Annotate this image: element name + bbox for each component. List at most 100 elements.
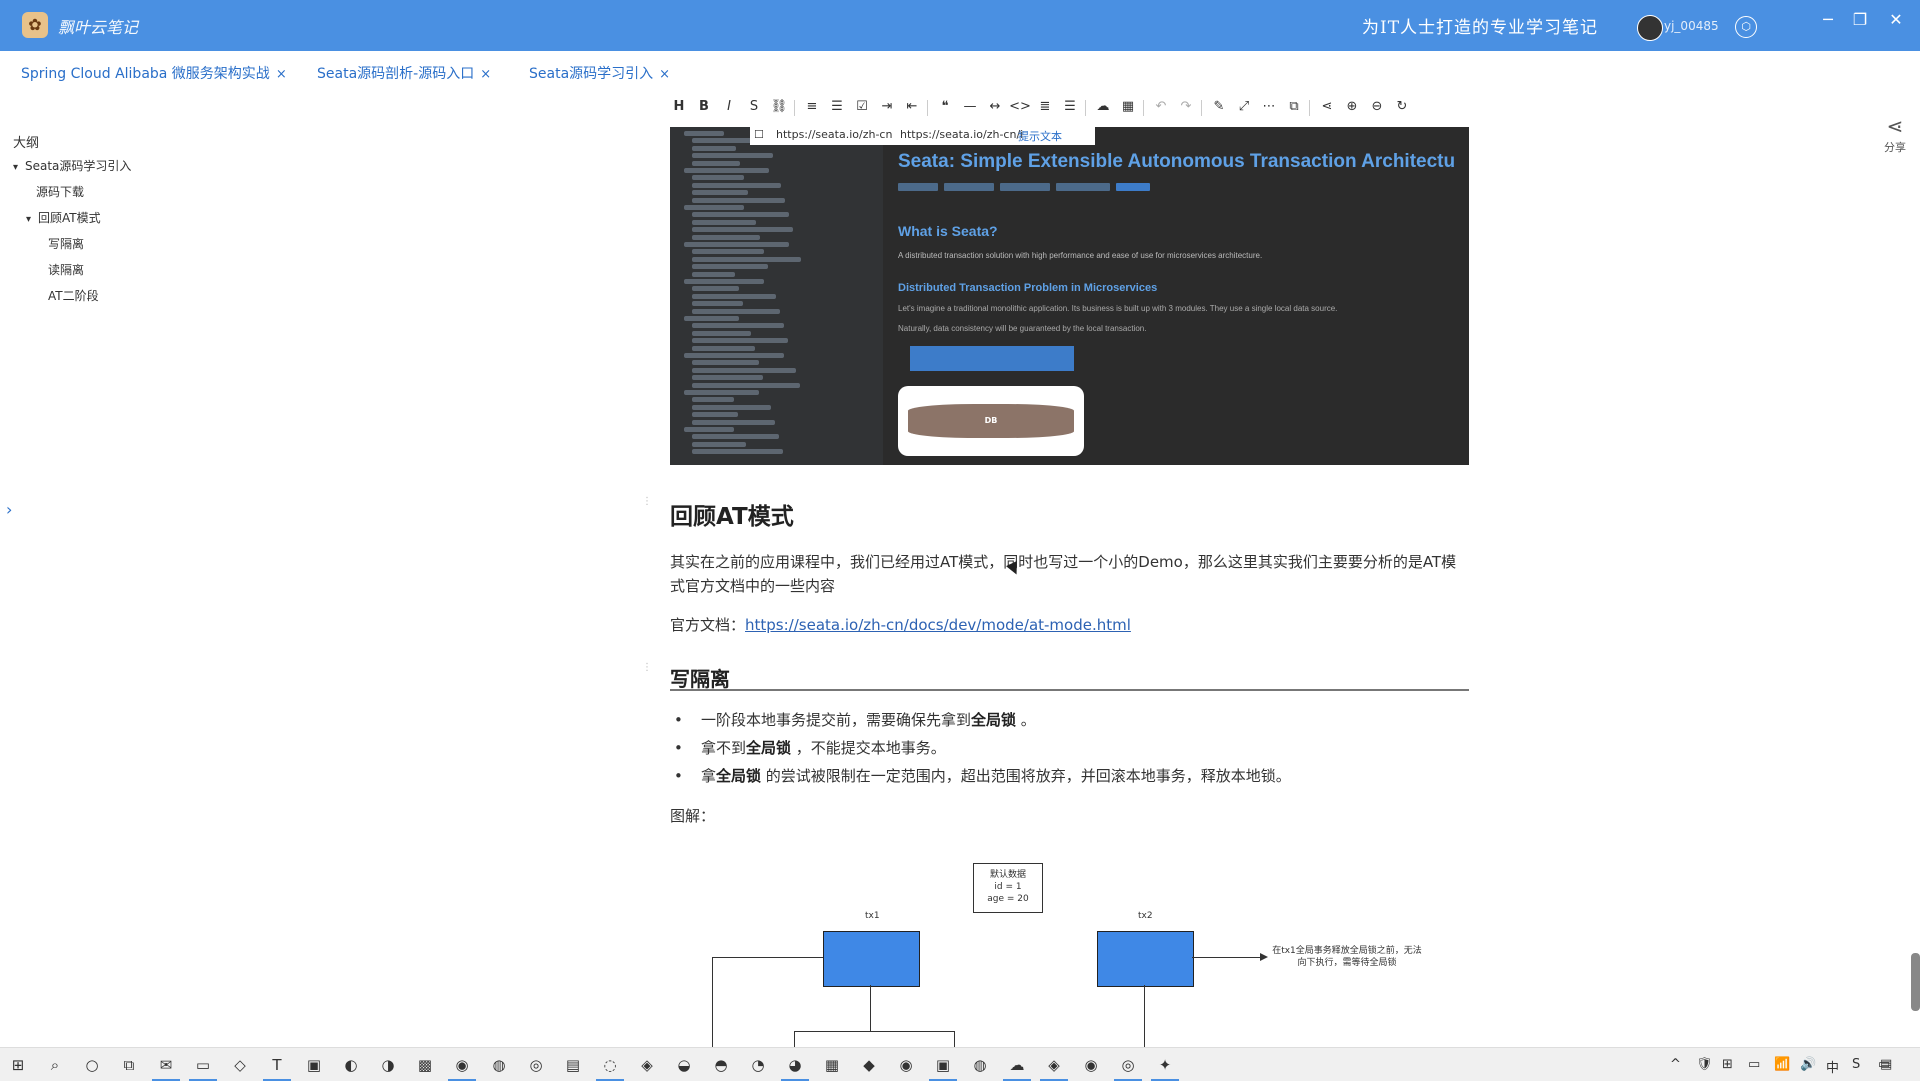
app19-icon[interactable]: ◉ xyxy=(1081,1055,1101,1075)
tray-icon[interactable]: 🛡 xyxy=(1696,1057,1713,1072)
outline-item[interactable]: 读隔离 xyxy=(48,261,84,278)
settings-icon[interactable]: ⬡ xyxy=(1735,16,1757,38)
app14-icon[interactable]: ◉ xyxy=(896,1055,916,1075)
app-icon[interactable]: ▣ xyxy=(304,1055,324,1075)
tab-close-icon[interactable]: × xyxy=(276,67,287,82)
chevron-down-icon[interactable]: ▾ xyxy=(26,214,38,225)
avatar[interactable] xyxy=(1637,15,1663,41)
align-right-icon[interactable]: ☰ xyxy=(1059,96,1081,118)
windows-start-icon[interactable]: ⊞ xyxy=(8,1055,28,1075)
tree-row xyxy=(684,390,759,395)
table-icon[interactable]: ▦ xyxy=(1117,96,1139,118)
code-block-icon[interactable]: <> xyxy=(1009,96,1031,118)
bullet-list-icon[interactable]: ≡ xyxy=(801,96,823,118)
app20-icon[interactable]: ◎ xyxy=(1114,1055,1142,1081)
tray-icon[interactable]: 中 xyxy=(1826,1057,1839,1076)
outline-item[interactable]: AT二阶段 xyxy=(48,287,99,304)
more-icon[interactable]: ⋯ xyxy=(1258,96,1280,118)
search-icon[interactable]: ⌕ xyxy=(45,1055,65,1075)
align-icon[interactable]: ≣ xyxy=(1034,96,1056,118)
horizontal-rule-icon[interactable]: — xyxy=(959,96,981,118)
refresh-icon[interactable]: ↻ xyxy=(1391,96,1413,118)
cortana-icon[interactable]: ○ xyxy=(82,1055,102,1075)
app6-icon[interactable]: ◌ xyxy=(596,1055,624,1081)
tab-close-icon[interactable]: × xyxy=(480,67,491,82)
tray-icon[interactable]: S xyxy=(1852,1057,1860,1072)
outline-item[interactable]: ▾ Seata源码学习引入 xyxy=(13,157,131,174)
drag-handle-icon[interactable]: ⋮ xyxy=(642,496,652,507)
italic-icon[interactable]: I xyxy=(718,96,740,118)
share-icon[interactable]: ⋖ xyxy=(1316,96,1338,118)
steam-icon[interactable]: ◎ xyxy=(526,1055,546,1075)
redo-icon[interactable]: ↷ xyxy=(1175,96,1197,118)
chat-icon[interactable]: ◇ xyxy=(230,1055,250,1075)
upload-icon[interactable]: ☁ xyxy=(1092,96,1114,118)
app2-icon[interactable]: ◑ xyxy=(378,1055,398,1075)
minimize-button[interactable]: ─ xyxy=(1816,10,1840,30)
username[interactable]: yj_00485 xyxy=(1664,19,1719,33)
maximize-button[interactable]: ❐ xyxy=(1848,10,1872,30)
indent-icon[interactable]: ⇥ xyxy=(876,96,898,118)
close-button[interactable]: ✕ xyxy=(1884,10,1908,30)
chevron-down-icon[interactable]: ▾ xyxy=(13,162,25,173)
tray-icon[interactable]: ⊞ xyxy=(1722,1057,1733,1072)
outline-item[interactable]: ▾ 回顾AT模式 xyxy=(26,209,101,226)
expand-sidebar-icon[interactable]: › xyxy=(6,500,12,519)
open-external-icon[interactable]: ⤢ xyxy=(1233,96,1255,118)
outline-item-label: 写隔离 xyxy=(48,237,85,251)
tray-icon[interactable]: 🔊 xyxy=(1800,1057,1816,1072)
inline-code-icon[interactable]: ↔ xyxy=(984,96,1006,118)
tab-seata-source-entry[interactable]: Seata源码剖析-源码入口 × xyxy=(317,63,491,83)
tab-seata-intro[interactable]: Seata源码学习引入 × xyxy=(529,63,670,83)
zoom-out-icon[interactable]: ⊖ xyxy=(1366,96,1388,118)
tab-spring-cloud[interactable]: Spring Cloud Alibaba 微服务架构实战 × xyxy=(21,63,287,83)
chrome-icon[interactable]: ◉ xyxy=(448,1055,476,1081)
copy-icon[interactable]: ⧉ xyxy=(1283,96,1305,118)
file-explorer-icon[interactable]: ▭ xyxy=(189,1055,217,1081)
undo-icon[interactable]: ↶ xyxy=(1150,96,1172,118)
tray-icon[interactable]: 📶 xyxy=(1774,1057,1790,1072)
app15-icon[interactable]: ▣ xyxy=(929,1055,957,1081)
app18-icon[interactable]: ◈ xyxy=(1040,1055,1068,1081)
app3-icon[interactable]: ▩ xyxy=(415,1055,435,1075)
zoom-in-icon[interactable]: ⊕ xyxy=(1341,96,1363,118)
app21-icon[interactable]: ✦ xyxy=(1151,1055,1179,1081)
edit-icon[interactable]: ✎ xyxy=(1208,96,1230,118)
app10-icon[interactable]: ◔ xyxy=(748,1055,768,1075)
scrollbar-handle[interactable] xyxy=(1911,953,1920,1011)
strikethrough-icon[interactable]: S xyxy=(743,96,765,118)
text-editor-icon[interactable]: T xyxy=(263,1055,291,1081)
app17-icon[interactable]: ☁ xyxy=(1003,1055,1031,1081)
tree-row xyxy=(692,197,785,203)
database-icon: DB xyxy=(908,404,1074,438)
task-view-icon[interactable]: ⧉ xyxy=(119,1055,139,1075)
app13-icon[interactable]: ◆ xyxy=(859,1055,879,1075)
checklist-icon[interactable]: ☑ xyxy=(851,96,873,118)
bold-icon[interactable]: B xyxy=(693,96,715,118)
mail-icon[interactable]: ✉ xyxy=(152,1055,180,1081)
ordered-list-icon[interactable]: ☰ xyxy=(826,96,848,118)
drag-handle-icon[interactable]: ⋮ xyxy=(642,662,652,673)
browser-icon[interactable]: ◐ xyxy=(341,1055,361,1075)
outline-item[interactable]: 写隔离 xyxy=(48,235,84,252)
app9-icon[interactable]: ◓ xyxy=(711,1055,731,1075)
outdent-icon[interactable]: ⇤ xyxy=(901,96,923,118)
tab-close-icon[interactable]: × xyxy=(659,67,670,82)
app5-icon[interactable]: ▤ xyxy=(563,1055,583,1075)
app12-icon[interactable]: ▦ xyxy=(822,1055,842,1075)
tray-icon[interactable]: ▭ xyxy=(1748,1057,1760,1072)
app16-icon[interactable]: ◍ xyxy=(970,1055,990,1075)
app4-icon[interactable]: ◍ xyxy=(489,1055,509,1075)
doc-link[interactable]: https://seata.io/zh-cn/docs/dev/mode/at-… xyxy=(745,616,1131,634)
share-button[interactable]: ⋖ 分享 xyxy=(1884,114,1906,155)
quote-icon[interactable]: ❝ xyxy=(934,96,956,118)
app11-icon[interactable]: ◕ xyxy=(781,1055,809,1081)
link-icon[interactable]: ⛓ xyxy=(768,96,790,118)
notification-icon[interactable]: ▤ xyxy=(1880,1057,1892,1072)
tray-icon[interactable]: ^ xyxy=(1670,1057,1681,1072)
app8-icon[interactable]: ◒ xyxy=(674,1055,694,1075)
app7-icon[interactable]: ◈ xyxy=(637,1055,657,1075)
tree-row xyxy=(692,153,773,159)
outline-item[interactable]: 源码下载 xyxy=(36,183,84,200)
heading-icon[interactable]: H xyxy=(668,96,690,118)
